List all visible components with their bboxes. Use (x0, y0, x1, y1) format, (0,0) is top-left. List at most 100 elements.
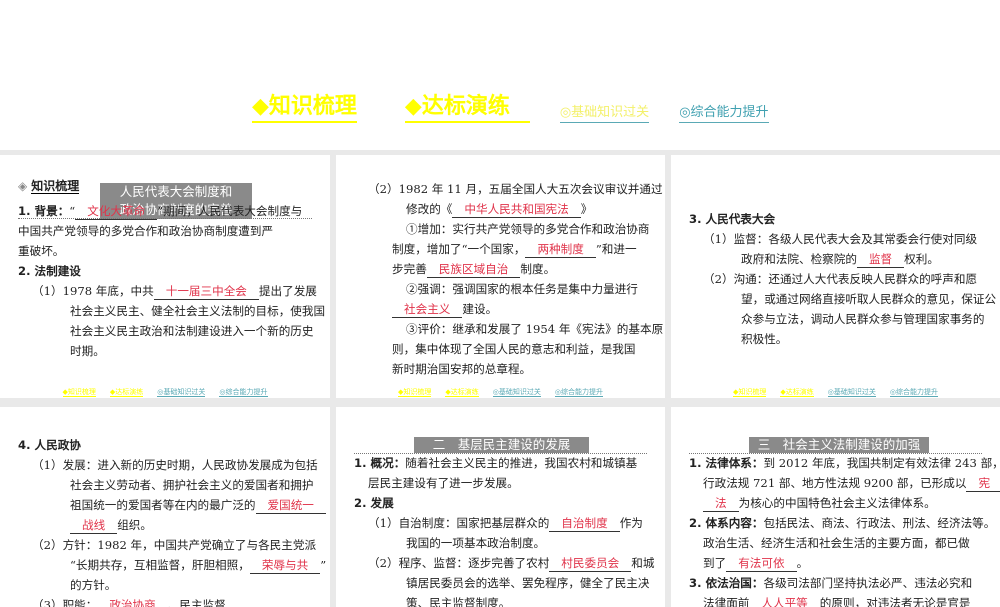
answer-blank: 人人平等 (749, 596, 819, 607)
text-line: 中国共产党领导的多党合作和政治协商制度遭到严 (18, 221, 273, 241)
item-heading: 4. 人民政协 (18, 438, 81, 452)
text: 和城 (631, 556, 655, 570)
slide-thumbnail[interactable]: 三 社会主义法制建设的加强 1. 法律体系：到 2012 年底，我国共制定有效法律… (671, 407, 1000, 607)
item-heading: 3. 依法治国： (689, 576, 764, 590)
answer-blank: 中华人民共和国宪法 (452, 202, 581, 218)
section-logo: ◈ 知识梳理 (18, 177, 80, 194)
answer-blank: 两种制度 (525, 242, 596, 258)
answer-blank: 文化大革命 (75, 204, 158, 220)
slide-thumbnail[interactable]: 3. 人民代表大会 （1）监督：各级人民代表大会及其常委会行使对同级 政府和法院、检… (671, 155, 1000, 398)
text: ”和进一 (595, 242, 637, 256)
text-line: （1）发展：进入新的历史时期，人民政协发展成为包括 (32, 455, 318, 475)
banner-line: 二 基层民主建设的发展 (432, 437, 571, 452)
text: 到 2012 年底，我国共制定有效法律 243 部， (763, 456, 1000, 470)
text-line: 修改的《 中华人民共和国宪法》 (406, 199, 592, 219)
text-line: 望，或通过网络直接听取人民群众的意见，保证公 (741, 289, 996, 309)
text: 法律面前 (703, 596, 750, 607)
text-line: （1）监督：各级人民代表大会及其常委会行使对同级 (703, 229, 977, 249)
text: 积极性。 (741, 332, 788, 346)
text-line: 祖国统一的爱国者等在内的最广泛的 爱国统一 (70, 495, 326, 515)
text-line: （1）自治制度：国家把基层群众的 自治制度 作为 (368, 513, 643, 533)
text: 政治生活、经济生活和社会生活的主要方面，都已做 (703, 536, 970, 550)
item-heading: 2. 体系内容： (689, 516, 764, 530)
header-area: ◆知识梳理 ◆达标演练 ◎基础知识过关 ◎综合能力提升 (0, 0, 1000, 150)
text: 》 (580, 202, 593, 216)
text-line: 重破坏。 (18, 241, 64, 261)
footer-nav-link[interactable]: ◎基础知识过关 (157, 388, 206, 397)
slide-thumbnail[interactable]: （2）1982 年 11 月，五届全国人大五次会议审议并通过修改的《 中华人民共和… (336, 155, 665, 398)
text: （2）沟通：还通过人大代表反映人民群众的呼声和愿 (703, 272, 978, 286)
footer-nav-link[interactable]: ◎综合能力提升 (889, 388, 938, 397)
text-line: 法律面前 人人平等 的原则，对违法者无论是官是 (703, 593, 971, 607)
footer-nav-link[interactable]: ◆达标演练 (780, 388, 814, 397)
text-line: （3）职能： 政治协商 、民主监督 (32, 595, 226, 607)
text: 修改的《 (406, 202, 453, 216)
answer-blank: 政治协商 (97, 598, 167, 607)
text: 新时期治国安邦的总章程。 (392, 362, 532, 376)
text: 祖国统一的爱国者等在内的最广泛的 (70, 498, 256, 512)
text: 为核心的中国特色社会主义法律体系。 (738, 496, 936, 510)
footer-nav-link[interactable]: ◎综合能力提升 (219, 388, 268, 397)
footer-nav-link[interactable]: ◆知识梳理 (62, 388, 96, 397)
text: 时期。 (70, 344, 105, 358)
item-heading: 1. 法律体系： (689, 456, 764, 470)
answer-blank: 荣辱与共 (249, 558, 321, 574)
nav-ability-link[interactable]: ◎综合能力提升 (679, 104, 769, 123)
text-line: 行政法规 721 部、地方性法规 9200 部，已形成以宪 (703, 473, 1000, 493)
top-navigation: ◆知识梳理 ◆达标演练 ◎基础知识过关 ◎综合能力提升 (252, 94, 769, 123)
text-line: “长期共存，互相监督，肝胆相照， 荣辱与共” (70, 555, 326, 575)
item-heading: 1. 背景： (18, 204, 70, 218)
item-heading: 2. 发展 (354, 496, 394, 510)
footer-nav-link[interactable]: ◆达标演练 (445, 388, 479, 397)
banner-line: 人民代表大会制度和 (119, 184, 233, 199)
text-line: 的方针。 (70, 575, 116, 595)
footer-nav-link[interactable]: ◎综合能力提升 (554, 388, 603, 397)
answer-blank: 有法可依 (726, 556, 797, 572)
section-banner: 三 社会主义法制建设的加强 (749, 437, 929, 453)
slide-thumbnail[interactable]: 4. 人民政协 （1）发展：进入新的历史时期，人民政协发展成为包括 社会主义劳动者、… (0, 407, 330, 607)
text: 镇居民委员会的选举、罢免程序，健全了民主决 (406, 576, 650, 590)
footer-nav-link[interactable]: ◎基础知识过关 (492, 388, 541, 397)
text: （1）1978 年底，中共 (32, 284, 154, 298)
text-line: 1. 背景：“ 文化大革命 ”期间，人民代表大会制度与 (18, 201, 302, 221)
text-line: 2. 发展 (354, 493, 394, 513)
text: 的方针。 (70, 578, 117, 592)
text-line: 3. 人民代表大会 (689, 209, 775, 229)
footer-nav-link[interactable]: ◆知识梳理 (733, 388, 767, 397)
slide-thumbnail[interactable]: ◈ 知识梳理 人民代表大会制度和 政治协商制度的完善 1. 背景：“ 文化大革命 ”期间，人… (0, 155, 330, 398)
text: 望，或通过网络直接听取人民群众的意见，保证公 (741, 292, 997, 306)
footer-nav-link[interactable]: ◎基础知识过关 (827, 388, 876, 397)
nav-knowledge-link[interactable]: ◆知识梳理 (252, 94, 357, 123)
nav-practice-link[interactable]: ◆达标演练 (404, 94, 530, 123)
text-line: 则，集中体现了全国人民的意志和利益，是我国 (392, 339, 635, 359)
text: （1）发展：进入新的历史时期，人民政协发展成为包括 (32, 458, 318, 472)
logo-label: 知识梳理 (31, 179, 80, 194)
text-line: 众参与立法，调动人民群众参与管理国家事务的 (741, 309, 984, 329)
slide-thumbnail[interactable]: 二 基层民主建设的发展 1. 概况：随着社会主义民主的推进，我国农村和城镇基 层民主… (336, 407, 665, 607)
text-line: 层民主建设有了进一步发展。 (368, 473, 519, 493)
text: 社会主义民主政治和法制建设进入一个新的历史 (70, 324, 314, 338)
text: 包括民法、商法、行政法、刑法、经济法等。 (763, 516, 996, 530)
text: 则，集中体现了全国人民的意志和利益，是我国 (392, 342, 636, 356)
book-icon: ◈ (18, 179, 28, 193)
answer-blank: 监督 (856, 252, 905, 268)
text-line: 到了 有法可依。 (703, 553, 808, 573)
text-line: 新时期治国安邦的总章程。 (392, 359, 531, 379)
footer-nav-link[interactable]: ◆知识梳理 (398, 388, 432, 397)
footer-nav-link[interactable]: ◆达标演练 (109, 388, 144, 397)
nav-basic-link[interactable]: ◎基础知识过关 (559, 104, 650, 123)
text: 策、民主监督制度。 (406, 596, 511, 607)
text-line: 2. 体系内容：包括民法、商法、行政法、刑法、经济法等。 (689, 513, 995, 533)
text-line: 社会主义民主政治和法制建设进入一个新的历史 (70, 321, 313, 341)
text: （2）1982 年 11 月，五届全国人大五次会议审议并通过 (368, 182, 663, 196)
text-line: ③评价：继承和发展了 1954 年《宪法》的基本原 (406, 319, 663, 339)
text-line: 1. 概况：随着社会主义民主的推进，我国农村和城镇基 (354, 453, 637, 473)
text-line: ①增加：实行共产党领导的多党合作和政治协商 (406, 219, 649, 239)
answer-blank: 爱国统一 (255, 498, 326, 514)
text-line: 3. 依法治国：各级司法部门坚持执法必严、违法必究和 (689, 573, 972, 593)
answer-blank: 民族区域自治 (426, 262, 521, 278)
text-line: 法为核心的中国特色社会主义法律体系。 (703, 493, 936, 513)
text: 步完善 (392, 262, 427, 276)
text-line: 时期。 (70, 341, 105, 361)
text-line: 政治生活、经济生活和社会生活的主要方面，都已做 (703, 533, 970, 553)
